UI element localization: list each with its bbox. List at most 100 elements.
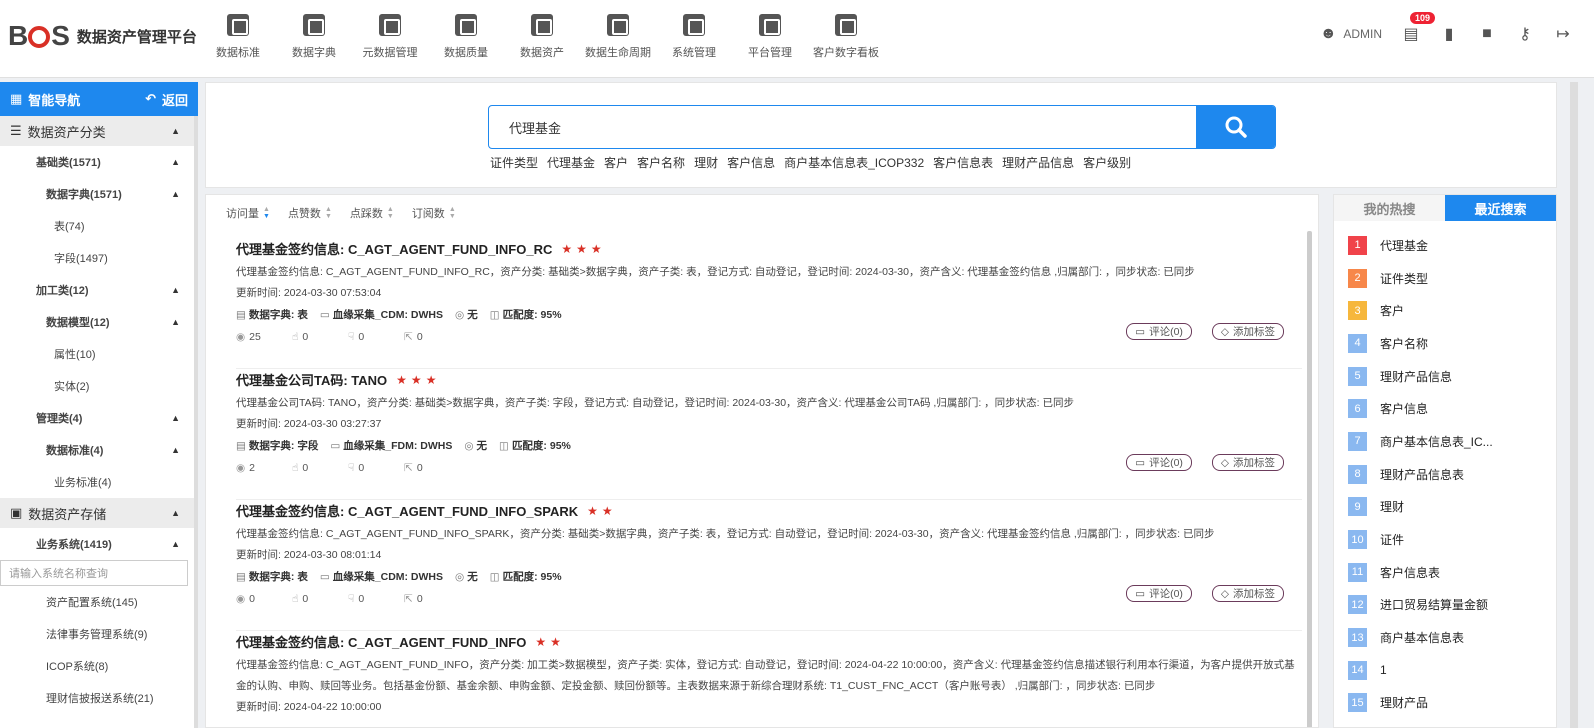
recent-search-item[interactable]: 9 理财	[1348, 491, 1556, 524]
stat-subs[interactable]: ⇱ 0	[404, 462, 448, 474]
match-icon: ◫	[489, 570, 500, 583]
comment-button[interactable]: ▭ 评论(0)	[1126, 454, 1192, 471]
tab-my-hot-searches[interactable]: 我的热搜	[1334, 195, 1445, 221]
nav-item-lifecycle[interactable]: 数据生命周期	[580, 0, 656, 70]
messages-icon[interactable]: ▤ 109	[1402, 12, 1436, 44]
tree-node-business-systems[interactable]: 业务系统(1419) ▲	[0, 528, 198, 560]
stat-subs[interactable]: ⇱ 0	[404, 593, 448, 605]
nav-item-data-standard[interactable]: 数据标准	[200, 0, 276, 70]
result-title[interactable]: 代理基金签约信息: C_AGT_AGENT_FUND_INFO ★★	[236, 632, 565, 651]
hot-keyword-link[interactable]: 客户信息	[727, 154, 775, 171]
sort-by-subscriptions[interactable]: 订阅数 ▲ ▼	[412, 205, 456, 221]
result-title[interactable]: 代理基金签约信息: C_AGT_AGENT_FUND_INFO_SPARK ★★	[236, 501, 617, 520]
nav-item-data-dictionary[interactable]: 数据字典	[276, 0, 352, 70]
tree-node[interactable]: 数据标准(4) ▲	[0, 434, 198, 466]
comment-button[interactable]: ▭ 评论(0)	[1126, 323, 1192, 340]
hot-keyword-link[interactable]: 证件类型	[490, 154, 538, 171]
recent-search-item[interactable]: 14 1	[1348, 654, 1556, 687]
chat-icon[interactable]: ■	[1478, 25, 1496, 43]
recent-search-item[interactable]: 6 客户信息	[1348, 392, 1556, 425]
recent-search-item[interactable]: 10 证件	[1348, 523, 1556, 556]
recent-search-item[interactable]: 13 商户基本信息表	[1348, 621, 1556, 654]
tab-recent-searches[interactable]: 最近搜索	[1445, 195, 1556, 221]
tree-node[interactable]: 加工类(12) ▲	[0, 274, 198, 306]
tree-node[interactable]: 基础类(1571) ▲	[0, 146, 198, 178]
stat-likes[interactable]: ☝ 0	[292, 331, 336, 343]
sort-by-visits[interactable]: 访问量 ▲ ▼	[226, 205, 270, 221]
stat-views[interactable]: ◉ 25	[236, 331, 280, 343]
hot-keyword-link[interactable]: 理财产品信息	[1002, 154, 1074, 171]
stat-views[interactable]: ◉ 2	[236, 462, 280, 474]
tree-node[interactable]: 数据模型(12) ▲	[0, 306, 198, 338]
hot-keyword-link[interactable]: 商户基本信息表_ICOP332	[784, 154, 924, 171]
rank-badge: 13	[1348, 628, 1367, 648]
tree-node[interactable]: 表(74)	[0, 210, 198, 242]
system-list-item[interactable]: ICOP系统(8)	[0, 650, 198, 682]
results-scrollbar[interactable]	[1307, 231, 1312, 727]
hot-keyword-link[interactable]: 理财	[694, 154, 718, 171]
nav-item-metadata[interactable]: 元数据管理	[352, 0, 428, 70]
recent-search-item[interactable]: 2 证件类型	[1348, 262, 1556, 295]
system-list-item[interactable]: 理财信披报送系统(21)	[0, 682, 198, 714]
stat-likes[interactable]: ☝ 0	[292, 593, 336, 605]
recent-search-item[interactable]: 5 理财产品信息	[1348, 360, 1556, 393]
sort-by-dislikes[interactable]: 点踩数 ▲ ▼	[350, 205, 394, 221]
result-title[interactable]: 代理基金签约信息: C_AGT_AGENT_FUND_INFO_RC ★★★	[236, 239, 606, 258]
hot-keyword-link[interactable]: 代理基金	[547, 154, 595, 171]
key-icon[interactable]: ⚷	[1516, 24, 1534, 44]
result-stats: ◉ 25 ☝ 0 ☟ 0 ⇱ 0	[236, 331, 448, 343]
add-tag-button[interactable]: ◇ 添加标签	[1211, 454, 1284, 471]
nav-item-data-assets[interactable]: 数据资产	[504, 0, 580, 70]
recent-search-item[interactable]: 3 客户	[1348, 294, 1556, 327]
nav-item-system-mgmt[interactable]: 系统管理	[656, 0, 732, 70]
recent-search-item[interactable]: 15 理财产品	[1348, 687, 1556, 720]
logout-icon[interactable]: ↦	[1554, 24, 1572, 44]
add-tag-button[interactable]: ◇ 添加标签	[1211, 585, 1284, 602]
recent-search-item[interactable]: 4 客户名称	[1348, 327, 1556, 360]
stat-likes[interactable]: ☝ 0	[292, 462, 336, 474]
stat-dislikes[interactable]: ☟ 0	[348, 593, 392, 605]
hot-keyword-link[interactable]: 客户级别	[1083, 154, 1131, 171]
recent-search-item[interactable]: 12 进口贸易结算量金额	[1348, 589, 1556, 622]
tree-node[interactable]: 数据字典(1571) ▲	[0, 178, 198, 210]
brand-logo[interactable]: B S 数据资产管理平台	[8, 20, 197, 52]
system-list-item[interactable]: 法律事务管理系统(9)	[0, 618, 198, 650]
stat-subs[interactable]: ⇱ 0	[404, 331, 448, 343]
stat-dislikes[interactable]: ☟ 0	[348, 462, 392, 474]
section-asset-storage[interactable]: ▣ 数据资产存储 ▲	[0, 498, 198, 528]
comment-button[interactable]: ▭ 评论(0)	[1126, 585, 1192, 602]
recent-search-item[interactable]: 11 客户信息表	[1348, 556, 1556, 589]
nav-item-customer-dashboard[interactable]: 客户数字看板	[808, 0, 884, 70]
tree-node[interactable]: 实体(2)	[0, 370, 198, 402]
hot-keyword-link[interactable]: 客户名称	[637, 154, 685, 171]
tree-node[interactable]: 业务标准(4)	[0, 466, 198, 498]
page-scrollbar[interactable]	[1570, 82, 1578, 728]
stat-dislikes[interactable]: ☟ 0	[348, 331, 392, 343]
stat-views[interactable]: ◉ 0	[236, 593, 280, 605]
logo-letter-s: S	[51, 20, 70, 51]
tree-node[interactable]: 属性(10)	[0, 338, 198, 370]
nav-item-data-quality[interactable]: 数据质量	[428, 0, 504, 70]
sort-by-likes[interactable]: 点赞数 ▲ ▼	[288, 205, 332, 221]
hot-keyword-link[interactable]: 客户信息表	[933, 154, 993, 171]
result-actions: ▭ 评论(0) ◇ 添加标签	[1126, 323, 1284, 340]
bookmark-icon[interactable]: ▮	[1440, 24, 1458, 44]
search-input[interactable]: 代理基金	[489, 106, 1196, 148]
back-button[interactable]: ↶ 返回	[145, 90, 188, 109]
result-title[interactable]: 代理基金公司TA码: TANO ★★★	[236, 370, 440, 389]
section-asset-classification[interactable]: ☰ 数据资产分类 ▲	[0, 116, 198, 146]
add-tag-button[interactable]: ◇ 添加标签	[1211, 323, 1284, 340]
system-list-item[interactable]: 资产配置系统(145)	[0, 586, 198, 618]
recent-search-item[interactable]: 8 理财产品信息表	[1348, 458, 1556, 491]
meta-m2: ▭ 血缘采集_FDM: DWHS	[330, 438, 452, 453]
search-button[interactable]	[1196, 106, 1275, 148]
tree-node[interactable]: 字段(1497)	[0, 242, 198, 274]
nav-item-platform-mgmt[interactable]: 平台管理	[732, 0, 808, 70]
sidebar-scrollbar[interactable]	[194, 116, 198, 728]
system-search-input[interactable]: 请输入系统名称查询	[0, 560, 188, 586]
recent-search-item[interactable]: 1 代理基金	[1348, 229, 1556, 262]
recent-search-item[interactable]: 7 商户基本信息表_IC...	[1348, 425, 1556, 458]
user-menu[interactable]: ☻ ADMIN	[1319, 25, 1382, 43]
hot-keyword-link[interactable]: 客户	[604, 154, 628, 171]
tree-node[interactable]: 管理类(4) ▲	[0, 402, 198, 434]
